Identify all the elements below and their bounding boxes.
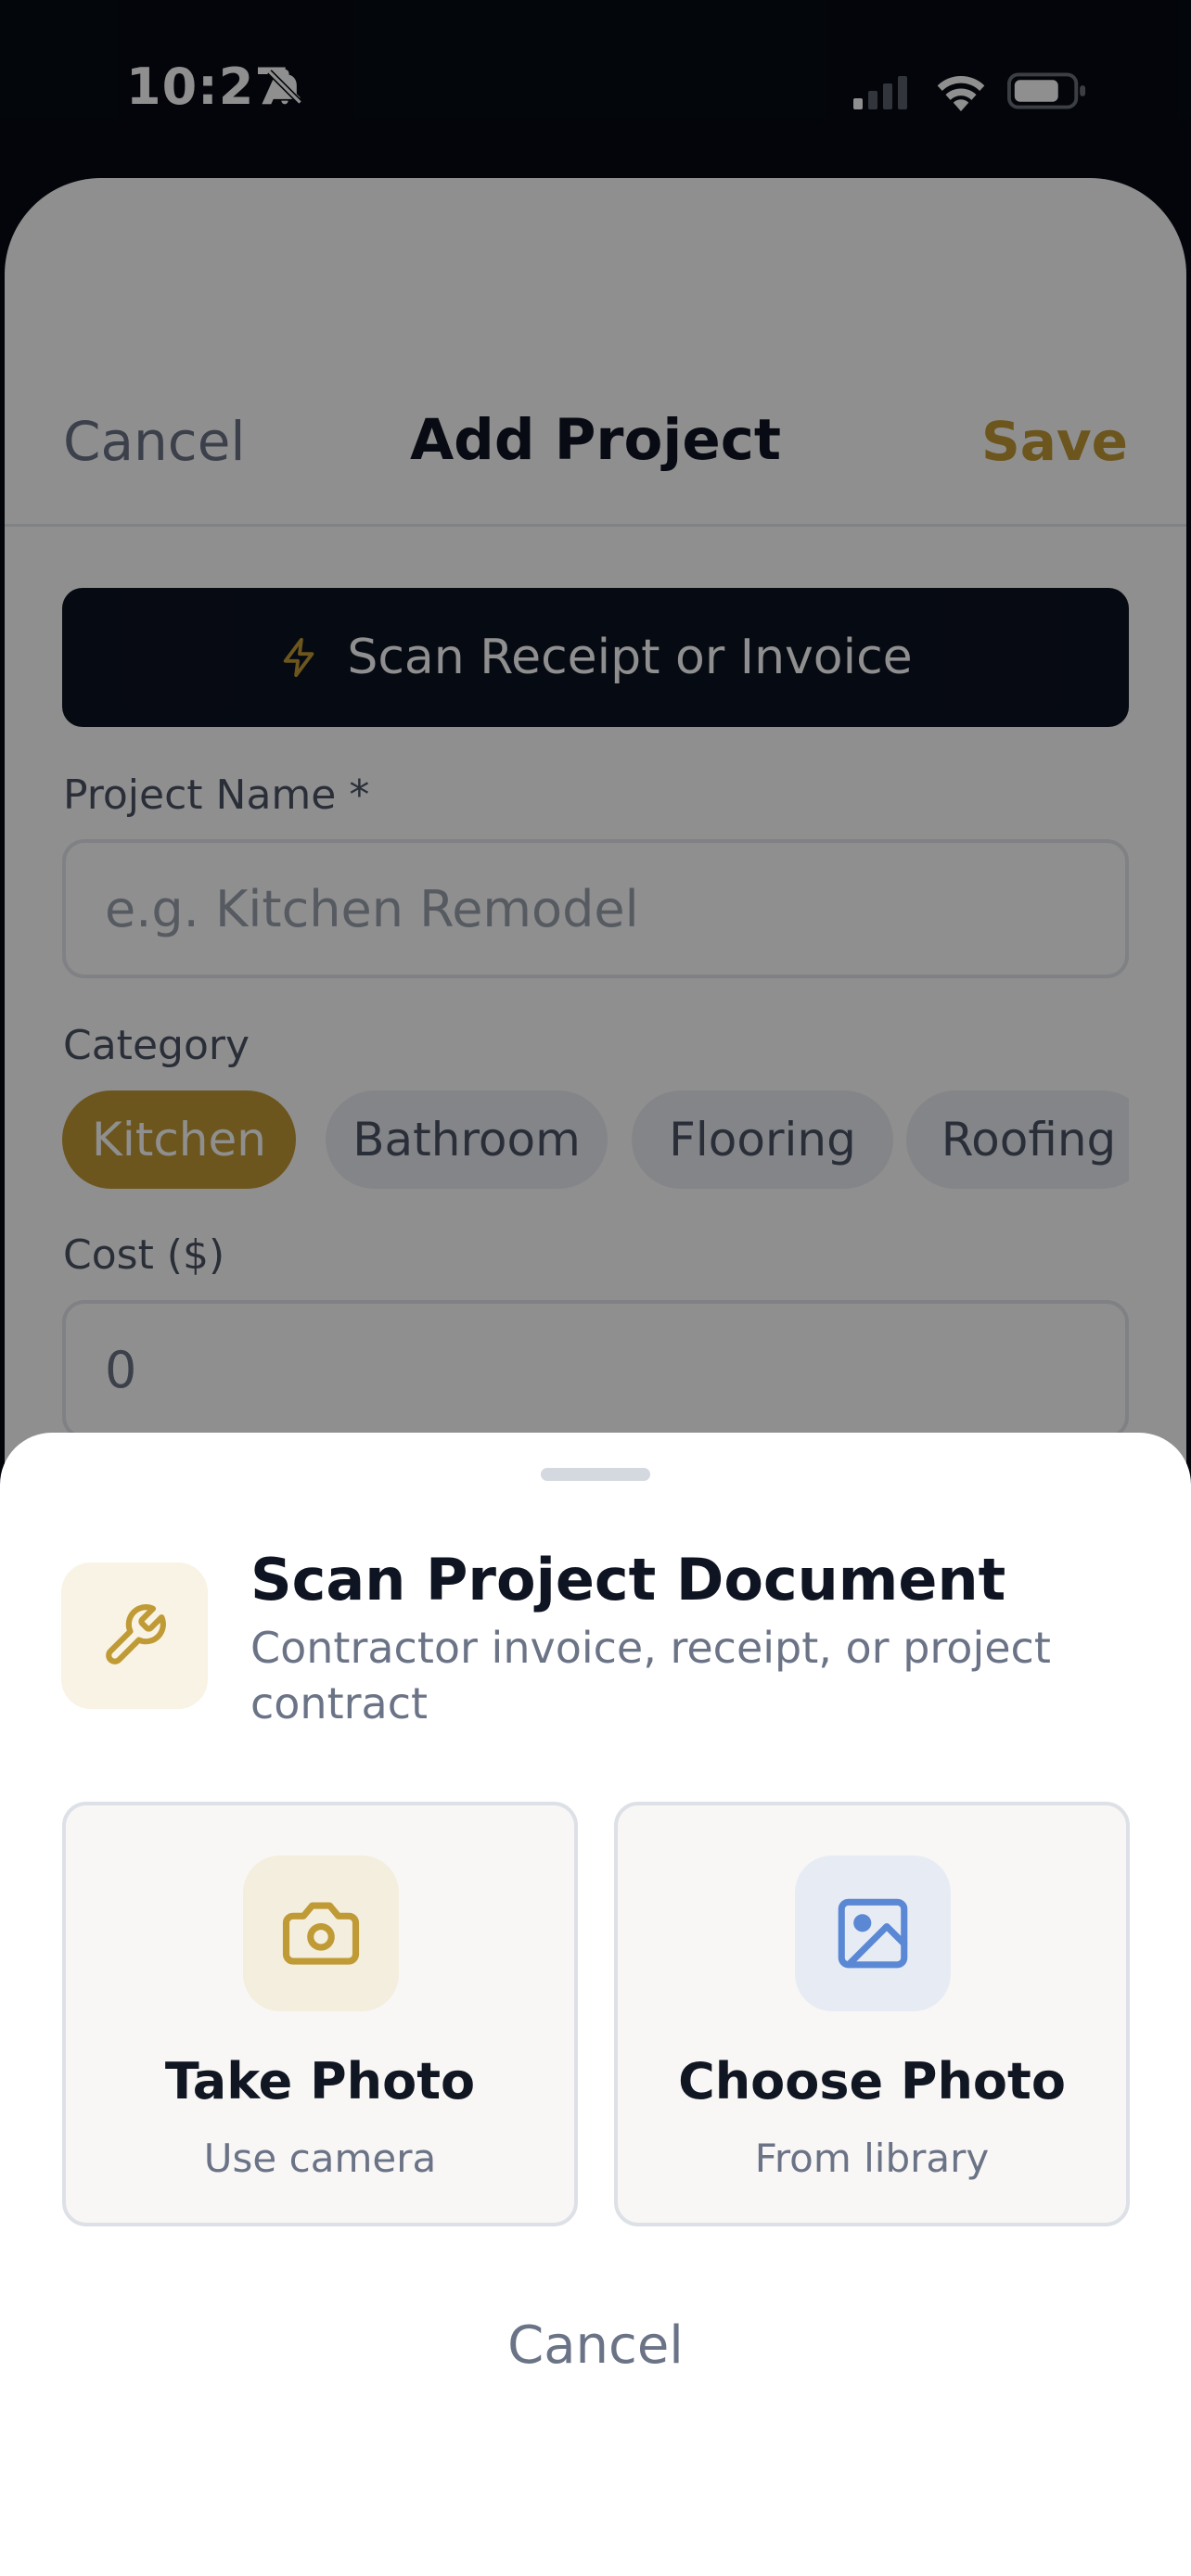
take-photo-title: Take Photo bbox=[164, 2052, 476, 2111]
take-photo-subtitle: Use camera bbox=[203, 2136, 437, 2181]
sheet-icon-box bbox=[61, 1562, 208, 1709]
sheet-cancel-button[interactable]: Cancel bbox=[0, 2315, 1191, 2376]
sheet-subtitle: Contractor invoice, receipt, or project … bbox=[250, 1623, 1051, 1728]
image-icon bbox=[838, 1898, 908, 1969]
take-photo-button[interactable]: Take Photo Use camera bbox=[62, 1802, 578, 2226]
screen: 10:27 Cancel Add Project Save Scan Recei… bbox=[0, 0, 1191, 2576]
choose-photo-subtitle: From library bbox=[754, 2136, 990, 2181]
take-photo-icon-box bbox=[243, 1855, 399, 2011]
choose-photo-button[interactable]: Choose Photo From library bbox=[614, 1802, 1130, 2226]
choose-photo-icon-box bbox=[795, 1855, 951, 2011]
sheet-title: Scan Project Document bbox=[250, 1546, 1006, 1613]
wrench-icon bbox=[106, 1604, 166, 1664]
camera-icon bbox=[282, 1902, 360, 1965]
sheet-drag-handle[interactable] bbox=[541, 1468, 650, 1481]
scan-document-sheet: Scan Project Document Contractor invoice… bbox=[0, 1433, 1191, 2576]
choose-photo-title: Choose Photo bbox=[678, 2052, 1066, 2111]
